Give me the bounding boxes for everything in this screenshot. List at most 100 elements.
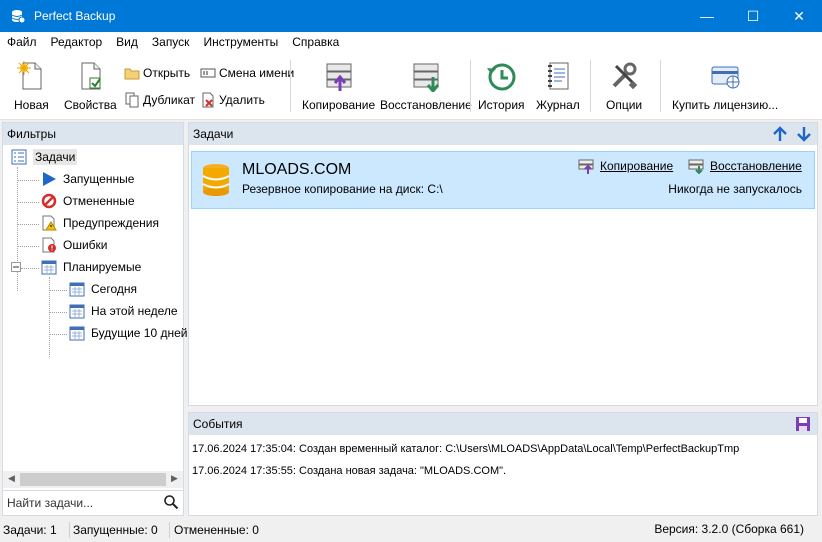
scroll-thumb[interactable] <box>20 473 166 486</box>
scroll-right-icon[interactable]: ▶ <box>166 473 183 484</box>
events-panel: События 17.06.2024 17:35:04: Создан врем… <box>188 412 818 516</box>
calendar-icon <box>69 304 85 319</box>
tree-line <box>17 246 39 247</box>
task-status: Никогда не запускалось <box>668 182 802 196</box>
tree-item-errors[interactable]: Ошибки <box>41 235 108 255</box>
tree-item-today[interactable]: Сегодня <box>69 279 137 299</box>
task-copy-link[interactable]: Копирование <box>578 158 673 174</box>
new-document-icon <box>17 61 42 90</box>
buy-license-button[interactable]: Купить лицензию... <box>672 60 778 112</box>
error-icon <box>42 237 56 253</box>
server-upload-icon <box>578 159 594 174</box>
tree-line <box>49 312 67 313</box>
folder-icon <box>124 68 140 80</box>
server-download-icon <box>688 159 704 174</box>
calendar-icon <box>69 326 85 341</box>
server-upload-icon <box>326 63 352 91</box>
collapse-icon[interactable] <box>11 262 21 272</box>
new-task-button[interactable]: Новая <box>14 60 49 112</box>
task-list-icon <box>11 149 27 165</box>
tree-item-running[interactable]: Запущенные <box>41 169 134 189</box>
delete-button[interactable]: Удалить <box>200 92 265 108</box>
status-cancelled-count: Отмененные: 0 <box>174 523 259 537</box>
warning-icon <box>42 215 57 231</box>
filters-panel: Фильтры Задачи Запущенные Отмененные Пре… <box>2 122 188 516</box>
database-icon <box>202 164 230 196</box>
event-entry: 17.06.2024 17:35:55: Создана новая задач… <box>192 465 507 477</box>
cancel-icon <box>41 193 57 209</box>
rename-button[interactable]: Смена имени <box>200 65 294 81</box>
menu-bar: Файл Редактор Вид Запуск Инструменты Спр… <box>0 32 822 52</box>
tasks-header: Задачи <box>189 123 817 145</box>
tree-item-this-week[interactable]: На этой неделе <box>69 301 178 321</box>
server-download-icon <box>413 63 440 92</box>
task-row[interactable]: MLOADS.COM Резервное копирование на диск… <box>191 151 815 209</box>
horizontal-scrollbar[interactable]: ◀ ▶ <box>3 471 183 488</box>
task-search-input[interactable]: Найти задачи... <box>3 490 183 514</box>
calendar-icon <box>41 260 57 275</box>
filters-header: Фильтры <box>3 123 183 145</box>
tree-line <box>49 277 50 357</box>
rename-icon <box>200 68 216 78</box>
license-card-icon <box>711 66 740 89</box>
tree-line <box>17 202 39 203</box>
tree-line <box>17 224 39 225</box>
events-header: События <box>189 413 817 435</box>
filter-tree: Задачи Запущенные Отмененные Предупрежде… <box>3 145 188 471</box>
toolbar-separator <box>290 60 291 112</box>
history-clock-icon <box>487 63 516 91</box>
task-description: Резервное копирование на диск: C:\ <box>242 182 443 196</box>
toolbar: Новая Свойства Открыть Дубликат Смена им… <box>0 52 822 120</box>
journal-button[interactable]: Журнал <box>536 60 580 112</box>
title-bar: Perfect Backup — ☐ ✕ <box>0 0 822 32</box>
tree-line <box>17 180 39 181</box>
close-button[interactable]: ✕ <box>776 0 822 32</box>
menu-view[interactable]: Вид <box>109 35 145 49</box>
options-button[interactable]: Опции <box>606 60 642 112</box>
maximize-button[interactable]: ☐ <box>730 0 776 32</box>
search-icon[interactable] <box>163 494 179 510</box>
task-restore-link[interactable]: Восстановление <box>688 158 802 174</box>
move-down-icon[interactable] <box>797 126 811 142</box>
event-entry: 17.06.2024 17:35:04: Создан временный ка… <box>192 443 740 455</box>
menu-edit[interactable]: Редактор <box>44 35 110 49</box>
tools-wrench-icon <box>612 62 638 90</box>
menu-tools[interactable]: Инструменты <box>196 35 285 49</box>
menu-help[interactable]: Справка <box>285 35 346 49</box>
history-button[interactable]: История <box>478 60 525 112</box>
tree-item-next-10-days[interactable]: Будущие 10 дней <box>69 323 188 343</box>
menu-run[interactable]: Запуск <box>145 35 197 49</box>
status-tasks-count: Задачи: 1 <box>0 522 70 538</box>
window-title: Perfect Backup <box>34 9 116 23</box>
tree-line <box>49 334 67 335</box>
minimize-button[interactable]: — <box>684 0 730 32</box>
delete-icon <box>202 92 214 108</box>
status-bar: Задачи: 1 Запущенные: 0 Отмененные: 0 Ве… <box>0 518 822 542</box>
app-database-icon <box>11 10 26 24</box>
status-running-count: Запущенные: 0 <box>70 522 170 538</box>
move-up-icon[interactable] <box>773 126 787 142</box>
backup-copy-button[interactable]: Копирование <box>302 60 375 112</box>
status-version: Версия: 3.2.0 (Сборка 661) <box>654 522 804 536</box>
tasks-panel: Задачи MLOADS.COM Резервное копирование … <box>188 122 818 406</box>
toolbar-separator <box>470 60 471 112</box>
play-icon <box>43 172 56 186</box>
tree-item-cancelled[interactable]: Отмененные <box>41 191 135 211</box>
menu-file[interactable]: Файл <box>0 35 44 49</box>
toolbar-separator <box>590 60 591 112</box>
tree-line <box>49 290 67 291</box>
duplicate-icon <box>125 92 139 108</box>
restore-button[interactable]: Восстановление <box>380 60 472 112</box>
tree-item-tasks[interactable]: Задачи <box>11 147 78 167</box>
scroll-left-icon[interactable]: ◀ <box>3 473 20 484</box>
duplicate-button[interactable]: Дубликат <box>124 92 195 108</box>
calendar-icon <box>69 282 85 297</box>
properties-button[interactable]: Свойства <box>64 60 117 112</box>
save-icon[interactable] <box>795 416 811 432</box>
task-name: MLOADS.COM <box>242 161 352 178</box>
tree-item-warnings[interactable]: Предупреждения <box>41 213 159 233</box>
toolbar-separator <box>660 60 661 112</box>
open-button[interactable]: Открыть <box>124 65 190 81</box>
properties-icon <box>81 62 102 90</box>
tree-item-scheduled[interactable]: Планируемые <box>11 257 141 277</box>
